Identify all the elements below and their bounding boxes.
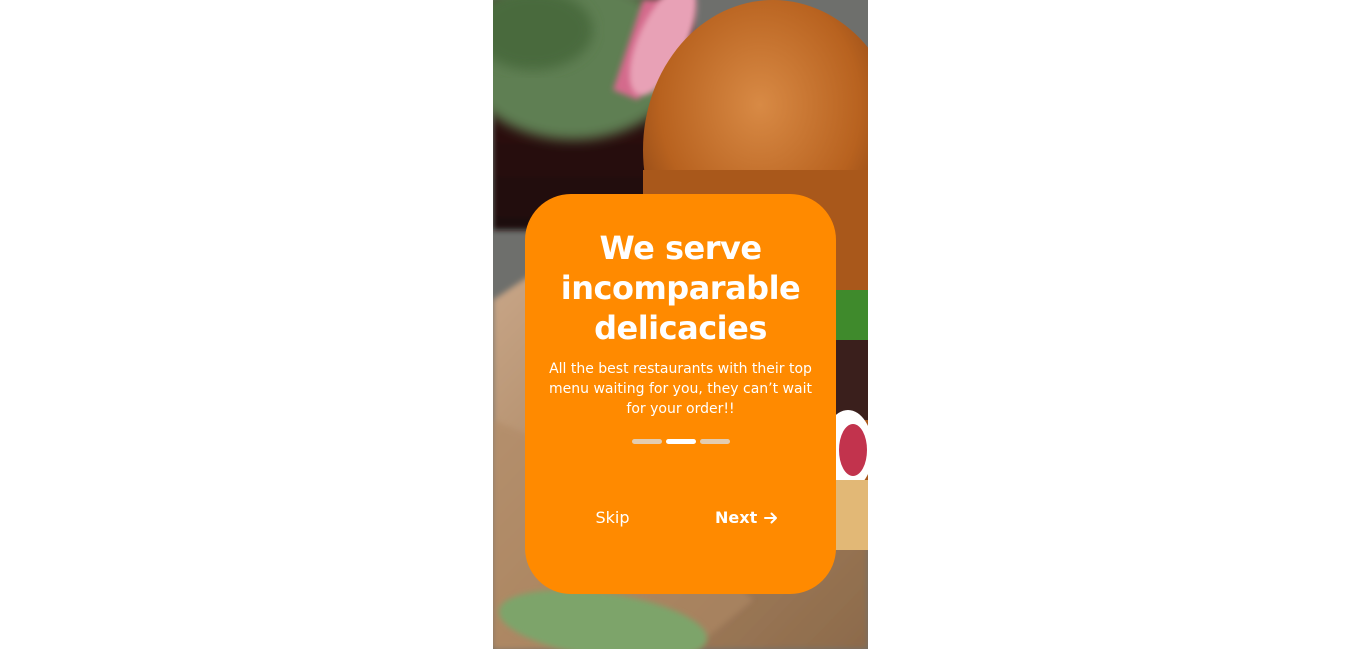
onboarding-card: We serve incomparable delicacies All the…	[525, 194, 836, 594]
page-dot-3[interactable]	[699, 439, 730, 444]
page-indicator	[525, 439, 836, 444]
page-dot-1[interactable]	[631, 439, 662, 444]
onboarding-subtitle: All the best restaurants with their top …	[549, 361, 812, 417]
next-button[interactable]: Next	[715, 506, 779, 530]
arrow-right-icon	[764, 512, 778, 524]
phone-screen: We serve incomparable delicacies All the…	[493, 0, 868, 649]
next-button-label: Next	[715, 508, 758, 527]
onboarding-title: We serve incomparable delicacies	[560, 229, 801, 347]
page-dot-2-active[interactable]	[665, 439, 696, 444]
skip-button[interactable]: Skip	[585, 506, 640, 530]
